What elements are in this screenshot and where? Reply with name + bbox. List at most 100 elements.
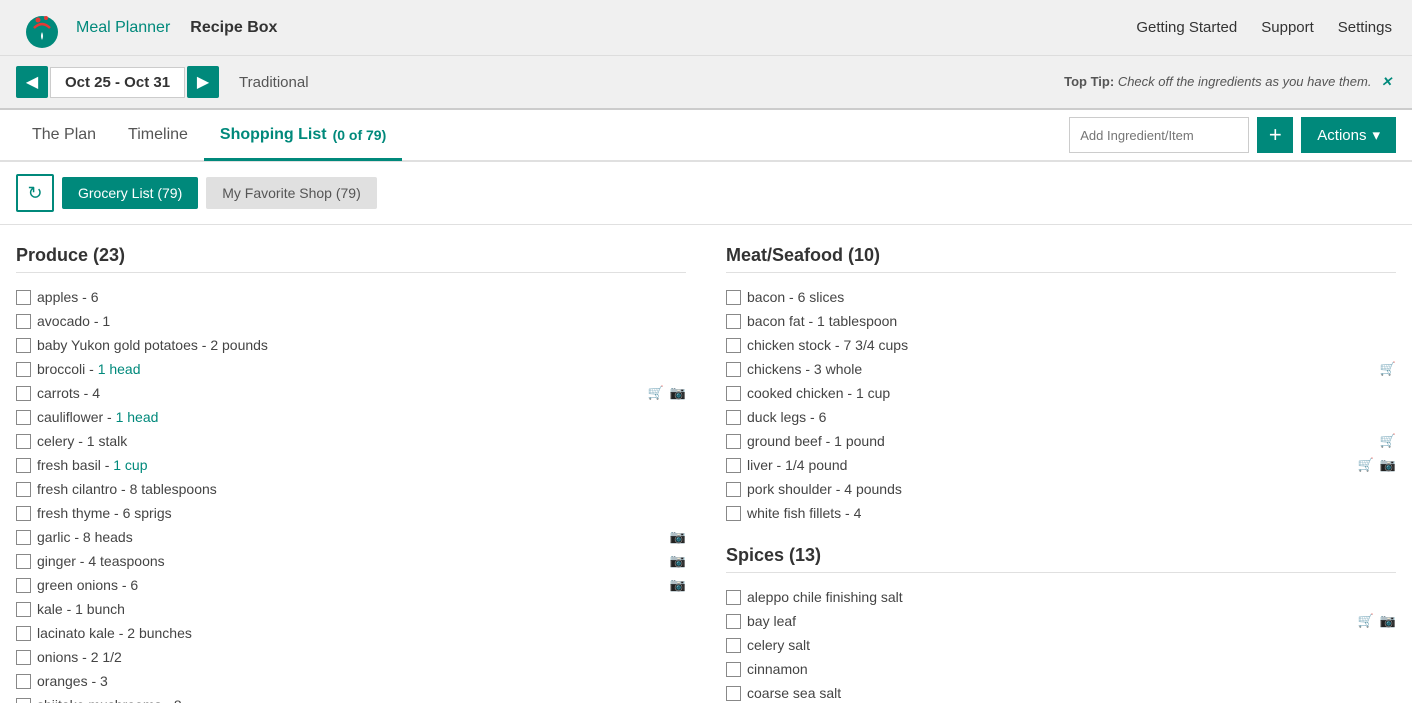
item-checkbox[interactable] xyxy=(726,290,741,305)
nav-support[interactable]: Support xyxy=(1261,19,1314,36)
prev-week-button[interactable]: ◀ xyxy=(16,66,48,98)
cart-icon: 🛒 xyxy=(1358,457,1374,473)
item-text: fresh thyme - 6 sprigs xyxy=(37,505,686,521)
item-checkbox[interactable] xyxy=(726,590,741,605)
tab-the-plan[interactable]: The Plan xyxy=(16,111,112,161)
item-text: bay leaf xyxy=(747,613,1352,629)
item-text: broccoli - 1 head xyxy=(37,361,686,377)
item-checkbox[interactable] xyxy=(16,626,31,641)
item-checkbox[interactable] xyxy=(16,602,31,617)
item-text: garlic - 8 heads xyxy=(37,529,664,545)
item-checkbox[interactable] xyxy=(16,410,31,425)
header: Meal Planner Recipe Box Getting Started … xyxy=(0,0,1412,56)
item-checkbox[interactable] xyxy=(16,698,31,703)
item-checkbox[interactable] xyxy=(726,362,741,377)
camera-icon: 📷 xyxy=(1380,613,1396,629)
list-item: apples - 6 xyxy=(16,285,686,309)
spices-section-title: Spices (13) xyxy=(726,545,1396,573)
cart-icon: 🛒 xyxy=(1380,433,1396,449)
item-checkbox[interactable] xyxy=(16,290,31,305)
item-checkbox[interactable] xyxy=(16,338,31,353)
top-tip-close-button[interactable]: ✕ xyxy=(1381,74,1392,89)
right-column: Meat/Seafood (10) bacon - 6 slicesbacon … xyxy=(726,245,1396,683)
produce-column: Produce (23) apples - 6avocado - 1baby Y… xyxy=(16,245,686,683)
item-checkbox[interactable] xyxy=(16,362,31,377)
item-checkbox[interactable] xyxy=(16,530,31,545)
add-ingredient-input[interactable] xyxy=(1069,117,1249,153)
item-checkbox[interactable] xyxy=(726,662,741,677)
item-text: chicken stock - 7 3/4 cups xyxy=(747,337,1396,353)
item-checkbox[interactable] xyxy=(726,614,741,629)
list-item: green onions - 6📷 xyxy=(16,573,686,597)
list-item: cinnamon xyxy=(726,657,1396,681)
list-item: duck legs - 6 xyxy=(726,405,1396,429)
item-checkbox[interactable] xyxy=(16,386,31,401)
add-ingredient-button[interactable]: + xyxy=(1257,117,1293,153)
list-item: fresh basil - 1 cup xyxy=(16,453,686,477)
item-text: cauliflower - 1 head xyxy=(37,409,686,425)
item-checkbox[interactable] xyxy=(726,434,741,449)
cart-icon: 🛒 xyxy=(648,385,664,401)
camera-icon: 📷 xyxy=(1380,457,1396,473)
item-text: shiitake mushrooms - 8 xyxy=(37,697,686,703)
item-text: fresh cilantro - 8 tablespoons xyxy=(37,481,686,497)
shopping-list-content: Produce (23) apples - 6avocado - 1baby Y… xyxy=(0,225,1412,703)
item-checkbox[interactable] xyxy=(16,458,31,473)
list-item: ground beef - 1 pound🛒 xyxy=(726,429,1396,453)
cart-icon: 🛒 xyxy=(1380,361,1396,377)
tab-timeline[interactable]: Timeline xyxy=(112,111,204,161)
item-checkbox[interactable] xyxy=(726,314,741,329)
grocery-list-tab[interactable]: Grocery List (79) xyxy=(62,177,198,209)
item-checkbox[interactable] xyxy=(16,314,31,329)
next-week-button[interactable]: ▶ xyxy=(187,66,219,98)
item-checkbox[interactable] xyxy=(16,482,31,497)
item-checkbox[interactable] xyxy=(726,458,741,473)
nav-getting-started[interactable]: Getting Started xyxy=(1136,19,1237,36)
item-text: white fish fillets - 4 xyxy=(747,505,1396,521)
nav-meal-planner[interactable]: Meal Planner xyxy=(76,19,170,37)
list-item: white fish fillets - 4 xyxy=(726,501,1396,525)
item-checkbox[interactable] xyxy=(16,578,31,593)
refresh-button[interactable]: ↻ xyxy=(16,174,54,212)
list-toolbar: ↻ Grocery List (79) My Favorite Shop (79… xyxy=(0,162,1412,225)
nav-recipe-box[interactable]: Recipe Box xyxy=(190,19,277,37)
list-item: broccoli - 1 head xyxy=(16,357,686,381)
list-item: bacon - 6 slices xyxy=(726,285,1396,309)
item-text: celery salt xyxy=(747,637,1396,653)
tab-shopping-list[interactable]: Shopping List (0 of 79) xyxy=(204,111,402,161)
item-text: kale - 1 bunch xyxy=(37,601,686,617)
item-checkbox[interactable] xyxy=(726,686,741,701)
item-checkbox[interactable] xyxy=(726,410,741,425)
list-item: lacinato kale - 2 bunches xyxy=(16,621,686,645)
meat-seafood-list: bacon - 6 slicesbacon fat - 1 tablespoon… xyxy=(726,285,1396,525)
list-item: ginger - 4 teaspoons📷 xyxy=(16,549,686,573)
actions-button[interactable]: Actions ▾ xyxy=(1301,117,1396,153)
favorite-shop-tab[interactable]: My Favorite Shop (79) xyxy=(206,177,377,209)
item-text: green onions - 6 xyxy=(37,577,664,593)
item-checkbox[interactable] xyxy=(16,506,31,521)
item-checkbox[interactable] xyxy=(726,386,741,401)
list-item: chicken stock - 7 3/4 cups xyxy=(726,333,1396,357)
item-checkbox[interactable] xyxy=(726,638,741,653)
list-item: carrots - 4 🛒 📷 xyxy=(16,381,686,405)
item-text: ginger - 4 teaspoons xyxy=(37,553,664,569)
item-checkbox[interactable] xyxy=(726,506,741,521)
produce-list: apples - 6avocado - 1baby Yukon gold pot… xyxy=(16,285,686,703)
list-item: onions - 2 1/2 xyxy=(16,645,686,669)
item-checkbox[interactable] xyxy=(16,434,31,449)
nav-settings[interactable]: Settings xyxy=(1338,19,1392,36)
item-text: celery - 1 stalk xyxy=(37,433,686,449)
item-text: carrots - 4 xyxy=(37,385,642,401)
item-text: cooked chicken - 1 cup xyxy=(747,385,1396,401)
cart-icon: 🛒 xyxy=(1358,613,1374,629)
list-item: shiitake mushrooms - 8 xyxy=(16,693,686,703)
item-checkbox[interactable] xyxy=(726,482,741,497)
camera-icon: 📷 xyxy=(670,385,686,401)
item-checkbox[interactable] xyxy=(16,650,31,665)
top-tip-label: Top Tip: xyxy=(1064,74,1114,89)
item-checkbox[interactable] xyxy=(16,554,31,569)
item-checkbox[interactable] xyxy=(726,338,741,353)
item-text: fresh basil - 1 cup xyxy=(37,457,686,473)
item-text: coarse sea salt xyxy=(747,685,1396,701)
item-checkbox[interactable] xyxy=(16,674,31,689)
